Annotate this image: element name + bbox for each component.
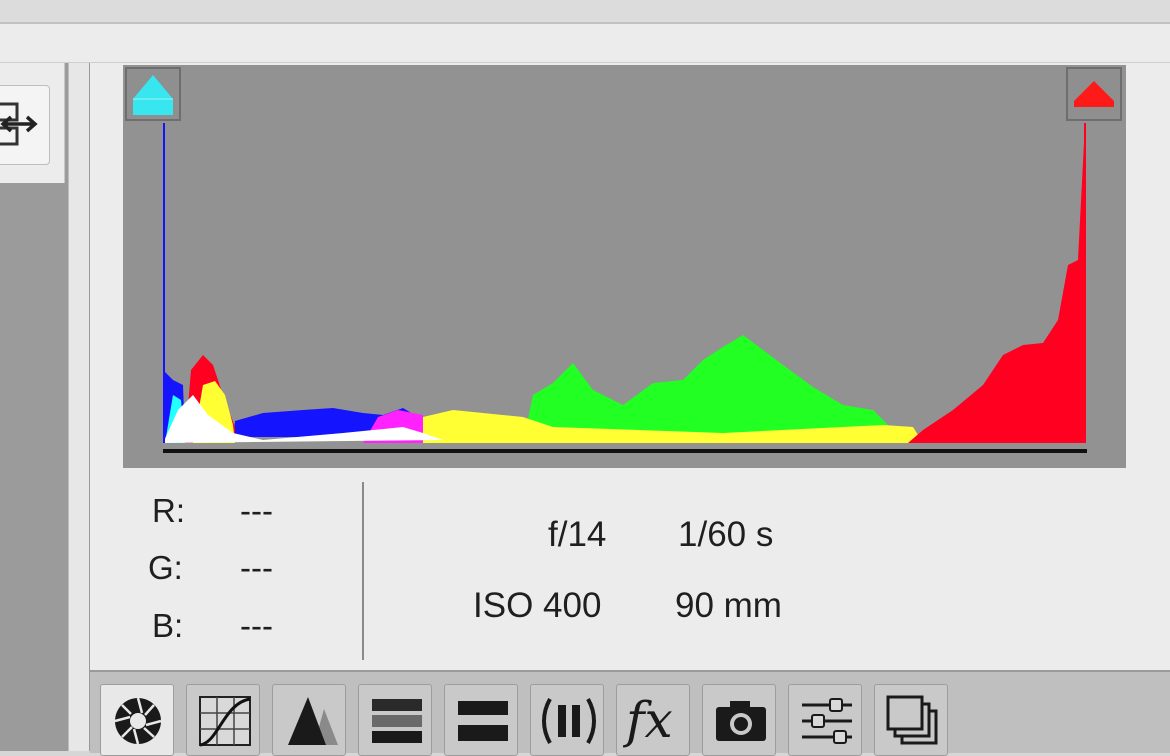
tab-effects[interactable]: fx: [616, 684, 690, 756]
green-label: G:: [148, 549, 183, 586]
panel-header-bar: [0, 24, 1170, 63]
snapshots-icon: [886, 695, 938, 745]
tab-tone-curve[interactable]: [186, 684, 260, 756]
highlight-clipping-triangle-icon: [1074, 81, 1114, 107]
compare-arrows-icon: [0, 102, 38, 146]
histogram-readout: R: G: B: --- --- --- f/14 1/60 s ISO 400…: [90, 478, 1170, 668]
histogram: [123, 65, 1126, 468]
tab-hsl[interactable]: [358, 684, 432, 756]
highlight-clip-line: [1084, 123, 1086, 443]
tab-lens-corrections[interactable]: [530, 684, 604, 756]
shadow-clipping-warning-button[interactable]: [125, 67, 181, 121]
aperture-icon: [114, 697, 162, 745]
blue-label: B:: [152, 607, 184, 644]
effects-icon: fx: [626, 691, 673, 749]
split-toning-icon: [458, 701, 508, 741]
highlight-clipping-warning-button[interactable]: [1066, 67, 1122, 121]
tab-basic[interactable]: [100, 684, 174, 756]
red-value: ---: [240, 492, 273, 529]
detail-icon: [288, 697, 338, 745]
tab-snapshots[interactable]: [874, 684, 948, 756]
window-title-bar: [0, 0, 1170, 24]
camera-icon: [716, 701, 766, 741]
blue-value: ---: [240, 607, 273, 644]
iso-value: ISO 400: [473, 586, 602, 625]
hsl-icon: [372, 699, 422, 743]
aperture-value: f/14: [548, 515, 607, 554]
green-value: ---: [240, 549, 273, 586]
shadow-clipping-triangle-icon: [133, 75, 173, 115]
histogram-baseline: [163, 449, 1087, 453]
tab-detail[interactable]: [272, 684, 346, 756]
sliders-icon: [802, 698, 852, 744]
shadow-clip-line: [163, 123, 165, 443]
tab-presets[interactable]: [788, 684, 862, 756]
shutter-speed-value: 1/60 s: [678, 515, 774, 554]
histogram-red-channel: [908, 123, 1085, 443]
red-label: R:: [152, 492, 185, 529]
readout-separator: [362, 482, 364, 660]
lens-corrections-icon: [542, 698, 596, 744]
compare-views-button[interactable]: [0, 85, 50, 165]
panel-splitter[interactable]: [68, 63, 91, 751]
histogram-graph: [163, 123, 1087, 453]
tab-camera-calibration[interactable]: [702, 684, 776, 756]
focal-length-value: 90 mm: [675, 586, 782, 625]
panel-tabs-toolbar: fx: [90, 670, 1170, 756]
tone-curve-icon: [199, 696, 251, 747]
tab-split-toning[interactable]: [444, 684, 518, 756]
